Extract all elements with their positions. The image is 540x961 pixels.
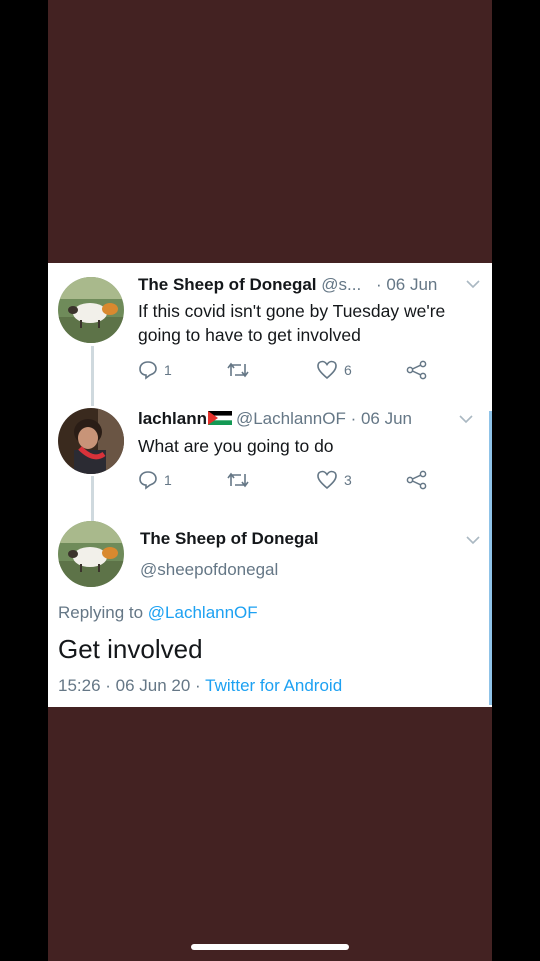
tweet-actions: 1 3	[138, 470, 438, 492]
tweet-header: The Sheep of Donegal @s... · 06 Jun	[138, 275, 437, 295]
avatar[interactable]	[58, 277, 124, 343]
mention-link[interactable]: @LachlannOF	[148, 603, 258, 622]
retweet-icon	[227, 472, 249, 488]
username[interactable]: @LachlannOF	[236, 409, 346, 428]
reply-count: 1	[164, 472, 172, 488]
home-indicator[interactable]	[191, 944, 349, 950]
main-tweet-name[interactable]: The Sheep of Donegal	[140, 529, 319, 549]
username[interactable]: @sheepofdonegal	[140, 560, 278, 579]
timestamp[interactable]: 15:26 · 06 Jun 20 ·	[58, 676, 201, 695]
avatar[interactable]	[58, 408, 124, 474]
main-tweet-text: Get involved	[58, 634, 203, 664]
thread-connector-line	[91, 476, 94, 521]
tweet-timestamp-line: 15:26 · 06 Jun 20 · Twitter for Android	[58, 676, 342, 696]
chevron-down-icon[interactable]	[466, 279, 480, 289]
scrollbar[interactable]	[489, 411, 492, 705]
reply-button[interactable]: 1	[138, 360, 172, 380]
heart-icon	[317, 470, 337, 490]
like-button[interactable]: 6	[316, 360, 352, 380]
share-icon	[406, 360, 427, 380]
share-button[interactable]	[406, 360, 428, 380]
main-tweet-handle[interactable]: @sheepofdonegal	[140, 560, 278, 580]
share-button[interactable]	[406, 470, 428, 490]
chevron-down-icon[interactable]	[466, 535, 480, 545]
display-name[interactable]: lachlann	[138, 409, 207, 428]
thread-connector-line	[91, 346, 94, 406]
like-button[interactable]: 3	[316, 470, 352, 490]
tweet-text: What are you going to do	[138, 436, 334, 456]
username[interactable]: @s...	[321, 275, 361, 294]
heart-icon	[317, 360, 337, 380]
tweet-text: If this covid isn't gone by Tuesday we'r…	[138, 301, 446, 345]
tweet-date[interactable]: · 06 Jun	[376, 275, 437, 294]
like-count: 3	[344, 472, 352, 488]
retweet-icon	[227, 362, 249, 378]
tweet-date[interactable]: · 06 Jun	[351, 409, 412, 428]
retweet-button[interactable]	[226, 470, 250, 490]
like-count: 6	[344, 362, 352, 378]
source-link[interactable]: Twitter for Android	[205, 676, 342, 695]
reply-icon	[139, 471, 157, 490]
avatar[interactable]	[58, 521, 124, 587]
display-name[interactable]: The Sheep of Donegal	[140, 529, 319, 548]
reply-button[interactable]: 1	[138, 470, 172, 490]
palestine-flag-icon	[207, 411, 232, 425]
retweet-button[interactable]	[226, 360, 250, 380]
chevron-down-icon[interactable]	[459, 414, 473, 424]
tweet-header: lachlann @LachlannOF · 06 Jun	[138, 409, 412, 429]
tweet-actions: 1 6	[138, 360, 438, 382]
display-name[interactable]: The Sheep of Donegal	[138, 275, 317, 294]
replying-to-label: Replying to	[58, 603, 144, 622]
tweet-thread-card: The Sheep of Donegal @s... · 06 Jun If t…	[48, 263, 492, 707]
replying-to-line: Replying to @LachlannOF	[58, 603, 258, 623]
reply-count: 1	[164, 362, 172, 378]
share-icon	[406, 470, 427, 490]
reply-icon	[139, 361, 157, 380]
